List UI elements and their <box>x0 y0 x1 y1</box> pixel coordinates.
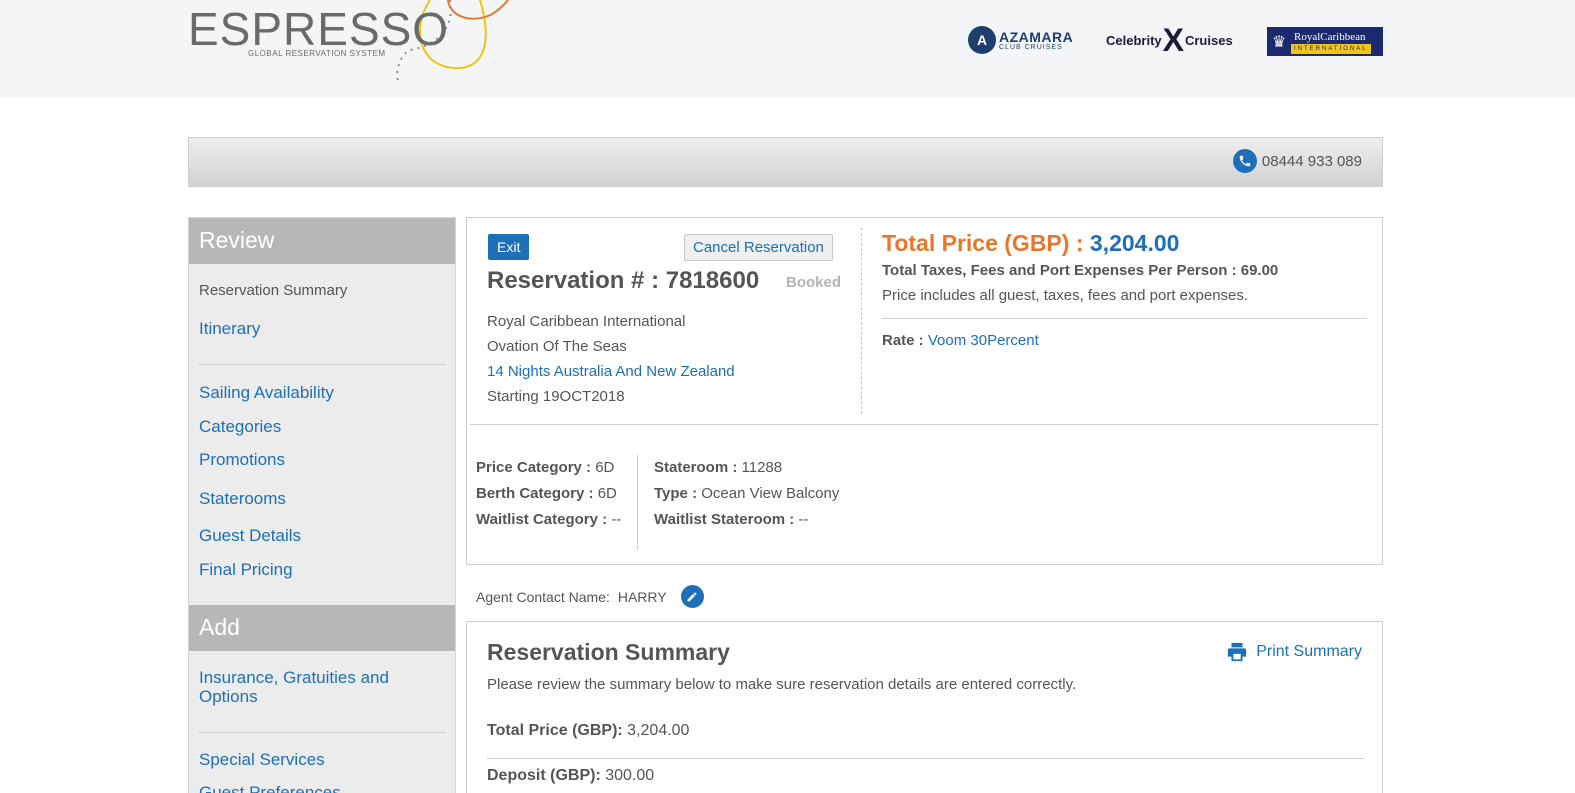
waitlist-category-label: Waitlist Category : <box>476 511 608 528</box>
berth-category-value: 6D <box>597 485 617 502</box>
celebrity-x-mark: X <box>1162 22 1184 58</box>
waitlist-stateroom-label: Waitlist Stateroom : <box>654 511 795 528</box>
azamara-subtitle: CLUB CRUISES <box>999 43 1063 51</box>
azamara-mark: A <box>968 26 996 54</box>
print-summary-label: Print Summary <box>1256 643 1362 660</box>
phone-bar: 08444 933 089 <box>188 137 1383 187</box>
waitlist-category: Waitlist Category : -- <box>476 511 621 528</box>
sidebar-item-sailing-availability[interactable]: Sailing Availability <box>199 383 334 403</box>
print-summary-button[interactable]: Print Summary <box>1226 641 1362 663</box>
reservation-panel: Exit Cancel Reservation Reservation # : … <box>466 217 1383 565</box>
details-divider <box>637 455 638 550</box>
agent-contact: Agent Contact Name: HARRY <box>476 585 704 608</box>
total-price: Total Price (GBP) : 3,204.00 <box>882 230 1179 257</box>
rate: Rate : Voom 30Percent <box>882 332 1039 349</box>
exit-button[interactable]: Exit <box>488 234 530 260</box>
stateroom-type-label: Type : <box>654 485 698 502</box>
logo-trademark: TM <box>429 13 438 19</box>
price-includes-note: Price includes all guest, taxes, fees an… <box>882 287 1249 304</box>
rci-crown-icon: ♛ <box>1271 33 1287 51</box>
stateroom-type-value: Ocean View Balcony <box>701 485 840 502</box>
reservation-status: Booked <box>786 274 842 291</box>
sidebar-item-special-services[interactable]: Special Services <box>199 750 325 770</box>
rci-subtitle: INTERNATIONAL <box>1291 43 1371 54</box>
azamara-name: AZAMARA <box>999 28 1074 45</box>
edit-pencil-icon[interactable] <box>680 585 704 608</box>
celebrity-name: Celebrity <box>1106 32 1162 48</box>
sidebar-heading-review: Review <box>189 218 455 264</box>
stateroom: Stateroom : 11288 <box>654 459 782 476</box>
waitlist-stateroom: Waitlist Stateroom : -- <box>654 511 808 528</box>
sidebar-item-guest-preferences[interactable]: Guest Preferences <box>199 783 341 793</box>
stateroom-type: Type : Ocean View Balcony <box>654 485 839 502</box>
sidebar-item-guest-details[interactable]: Guest Details <box>199 526 301 546</box>
summary-deposit-value: 300.00 <box>605 767 655 784</box>
sidebar-item-final-pricing[interactable]: Final Pricing <box>199 560 293 580</box>
royal-caribbean-logo: ♛ RoyalCaribbean INTERNATIONAL <box>1267 27 1383 56</box>
agent-contact-label: Agent Contact Name: <box>476 588 610 605</box>
sidebar-divider <box>199 364 446 365</box>
reservation-number: Reservation # : 7818600 <box>487 267 760 294</box>
berth-category: Berth Category : 6D <box>476 485 617 502</box>
summary-description: Please review the summary below to make … <box>487 676 1077 693</box>
summary-divider <box>487 758 1364 759</box>
sidebar-heading-add: Add <box>189 605 455 651</box>
summary-deposit-label: Deposit (GBP): <box>487 767 601 784</box>
azamara-logo: A AZAMARA CLUB CRUISES <box>968 26 1073 54</box>
price-category-value: 6D <box>595 459 615 476</box>
price-divider <box>882 318 1367 319</box>
cruise-line-name: Royal Caribbean International <box>487 313 686 330</box>
sidebar: Review Reservation Summary Itinerary Sai… <box>188 217 456 793</box>
ship-name: Ovation Of The Seas <box>487 338 627 355</box>
summary-deposit: Deposit (GBP): 300.00 <box>487 767 654 785</box>
sidebar-item-staterooms[interactable]: Staterooms <box>199 489 286 509</box>
stateroom-label: Stateroom : <box>654 459 738 476</box>
reservation-summary-panel: Reservation Summary Print Summary Please… <box>466 621 1383 793</box>
sidebar-item-insurance-line1: Insurance, Gratuities and <box>199 668 389 687</box>
summary-total-price: Total Price (GBP): 3,204.00 <box>487 722 689 740</box>
phone-icon <box>1232 149 1257 173</box>
price-category: Price Category : 6D <box>476 459 614 476</box>
phone-number: 08444 933 089 <box>1261 152 1362 170</box>
total-price-value: 3,204.00 <box>1089 230 1180 256</box>
sidebar-item-promotions[interactable]: Promotions <box>199 450 285 470</box>
stateroom-value: 11288 <box>741 459 783 476</box>
sidebar-item-categories[interactable]: Categories <box>199 417 281 437</box>
summary-total-label: Total Price (GBP): <box>487 722 623 739</box>
printer-icon <box>1228 642 1247 662</box>
phone-contact[interactable]: 08444 933 089 <box>1232 149 1362 173</box>
sidebar-item-reservation-summary: Reservation Summary <box>199 282 348 299</box>
sidebar-item-insurance[interactable]: Insurance, Gratuities and Options <box>199 668 389 706</box>
celebrity-logo: Celebrity X Cruises <box>1106 22 1233 58</box>
celebrity-subtitle: Cruises <box>1184 32 1233 48</box>
vertical-divider <box>861 228 862 414</box>
panel-divider <box>470 424 1379 425</box>
header: ESPRESSO TM GLOBAL RESERVATION SYSTEM A … <box>0 0 1575 97</box>
sailing-start-date: Starting 19OCT2018 <box>487 388 625 405</box>
sidebar-divider <box>199 732 446 733</box>
waitlist-stateroom-value: -- <box>798 511 809 528</box>
taxes-per-person: Total Taxes, Fees and Port Expenses Per … <box>882 262 1279 279</box>
total-price-label: Total Price (GBP) : <box>882 230 1084 256</box>
rci-name: RoyalCaribbean <box>1294 30 1366 43</box>
sidebar-item-itinerary[interactable]: Itinerary <box>199 319 260 339</box>
itinerary-link[interactable]: 14 Nights Australia And New Zealand <box>487 363 735 380</box>
rate-value-link[interactable]: Voom 30Percent <box>928 332 1039 349</box>
berth-category-label: Berth Category : <box>476 485 594 502</box>
cancel-reservation-button[interactable]: Cancel Reservation <box>684 234 833 261</box>
summary-total-value: 3,204.00 <box>627 722 690 739</box>
price-category-label: Price Category : <box>476 459 592 476</box>
logo-subtitle: GLOBAL RESERVATION SYSTEM <box>248 49 386 58</box>
summary-title: Reservation Summary <box>487 639 730 665</box>
espresso-logo: ESPRESSO <box>188 3 450 55</box>
rate-label: Rate : <box>882 332 924 349</box>
sidebar-item-insurance-line2: Options <box>199 687 258 706</box>
waitlist-category-value: -- <box>611 511 622 528</box>
agent-contact-name: HARRY <box>617 588 667 605</box>
